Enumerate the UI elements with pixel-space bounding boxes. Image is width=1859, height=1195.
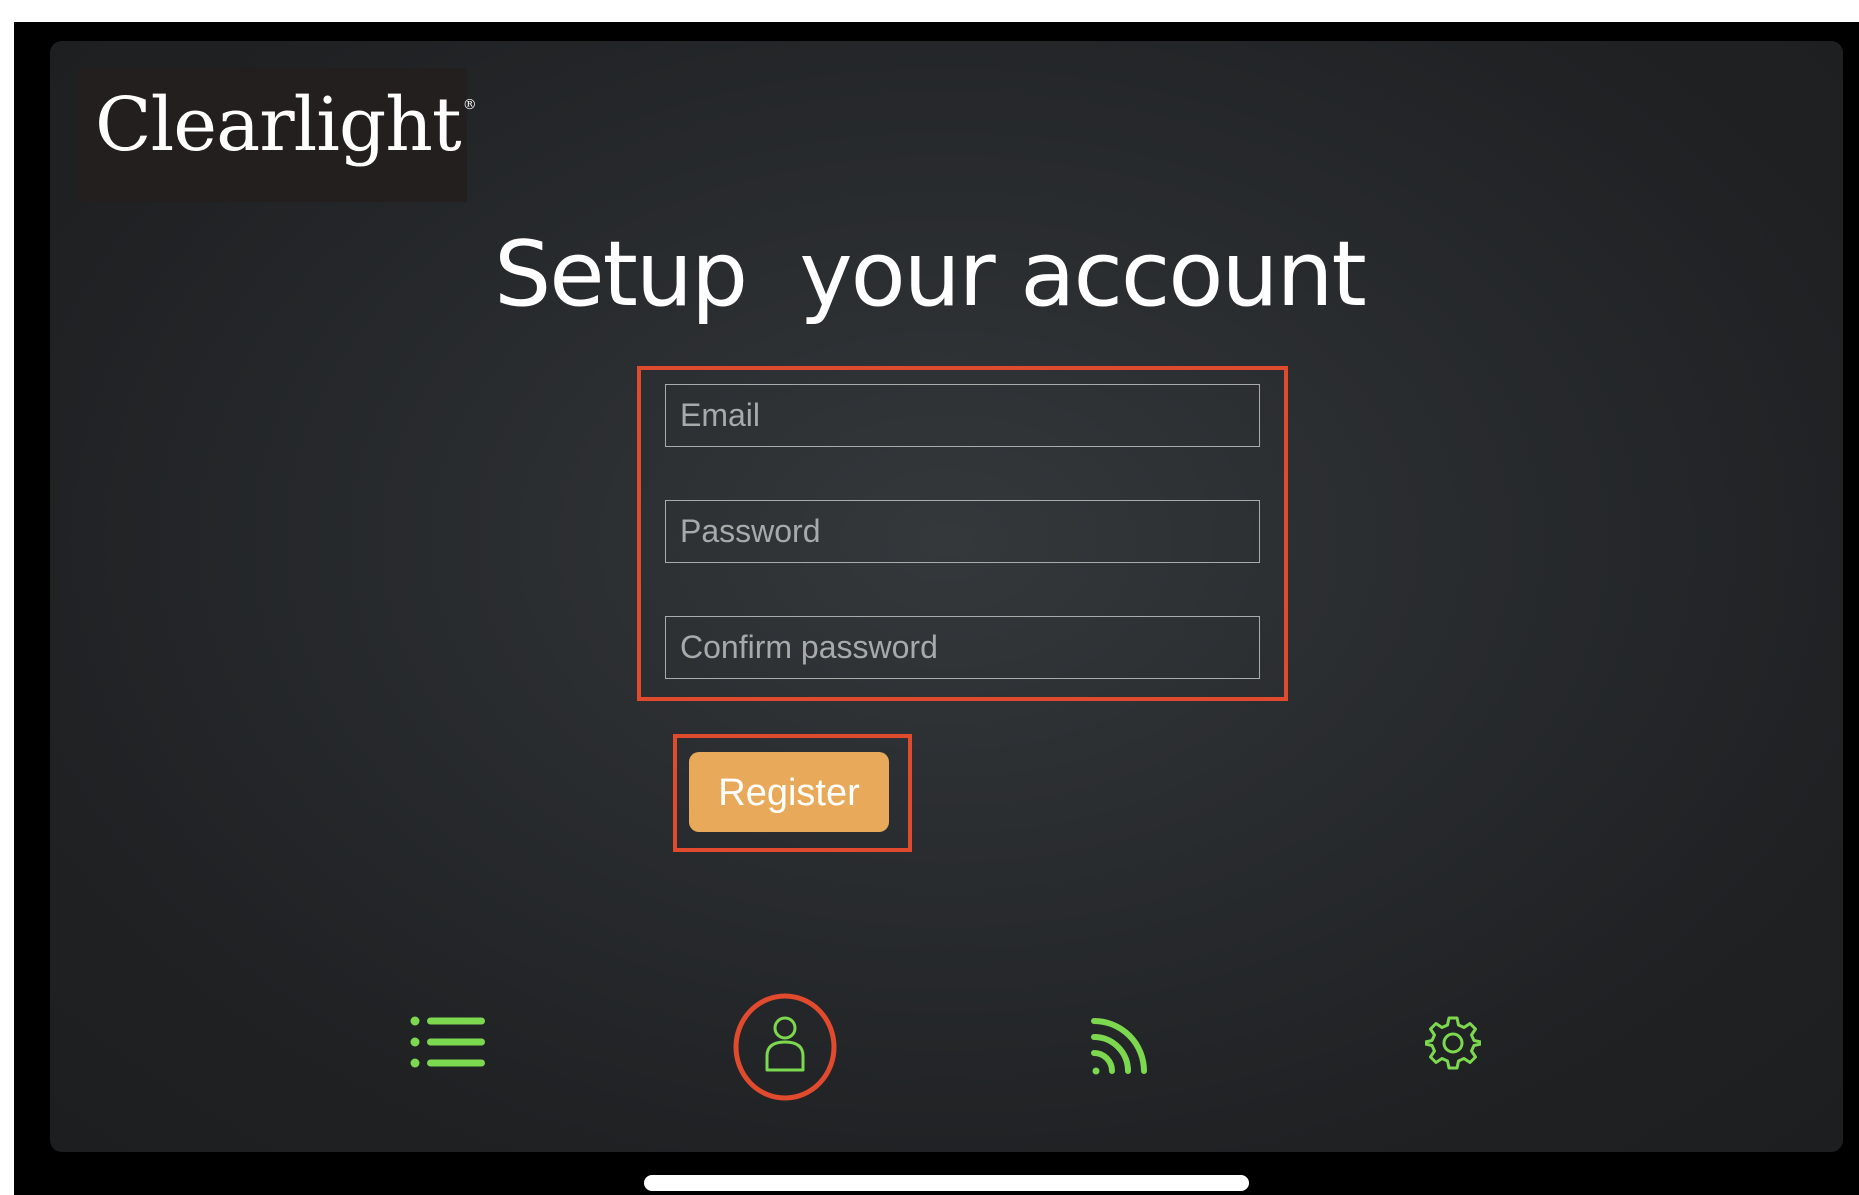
brand-logo: Clearlight ® [95,88,477,162]
register-button[interactable]: Register [689,752,889,832]
page-title: Setup your account [494,222,1367,327]
brand-name: Clearlight [95,82,462,168]
home-indicator [644,1175,1249,1191]
confirm-password-field[interactable] [665,616,1260,679]
email-field[interactable] [665,384,1260,447]
wifi-icon[interactable] [1088,1013,1154,1079]
password-field[interactable] [665,500,1260,563]
gear-icon[interactable] [1425,1015,1481,1071]
registered-mark: ® [462,97,477,113]
account-icon[interactable] [732,992,838,1102]
list-icon[interactable] [410,1015,486,1069]
